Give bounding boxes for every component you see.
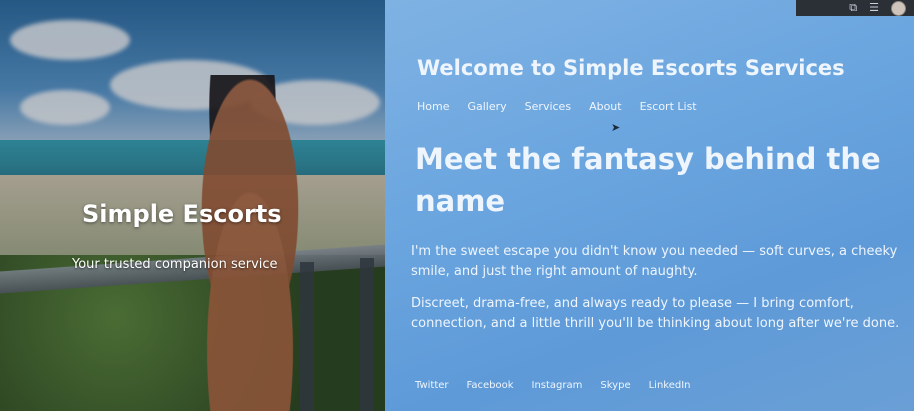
hero-subtitle: Your trusted companion service [72, 257, 278, 272]
social-linkedin[interactable]: LinkedIn [649, 380, 691, 391]
details-paragraph: Discreet, drama-free, and always ready t… [411, 296, 900, 331]
nav-gallery[interactable]: Gallery [467, 100, 506, 113]
content-panel: ⧉ ☰ Welcome to Simple Escorts Services H… [385, 0, 914, 411]
nav-escort-list[interactable]: Escort List [640, 100, 697, 113]
social-skype[interactable]: Skype [600, 380, 630, 391]
social-links: Twitter Facebook Instagram Skype LinkedI… [415, 380, 691, 391]
page-headline: Meet the fantasy behind the name [415, 142, 881, 218]
nav-services[interactable]: Services [525, 100, 571, 113]
social-facebook[interactable]: Facebook [467, 380, 514, 391]
reading-list-icon[interactable]: ☰ [869, 0, 879, 16]
site-title: Welcome to Simple Escorts Services [417, 56, 845, 80]
hero-panel: Simple Escorts Your trusted companion se… [0, 0, 385, 411]
social-twitter[interactable]: Twitter [415, 380, 449, 391]
browser-toolbar: ⧉ ☰ [796, 0, 914, 16]
extension-icon[interactable]: ⧉ [849, 0, 857, 16]
mouse-cursor-icon: ➤ [611, 121, 621, 134]
intro-paragraph: I'm the sweet escape you didn't know you… [411, 244, 898, 279]
social-instagram[interactable]: Instagram [532, 380, 583, 391]
nav-home[interactable]: Home [417, 100, 449, 113]
main-nav: Home Gallery Services About Escort List [417, 100, 697, 113]
profile-avatar[interactable] [891, 0, 906, 16]
hero-title: Simple Escorts [82, 200, 282, 228]
nav-about[interactable]: About [589, 100, 622, 113]
